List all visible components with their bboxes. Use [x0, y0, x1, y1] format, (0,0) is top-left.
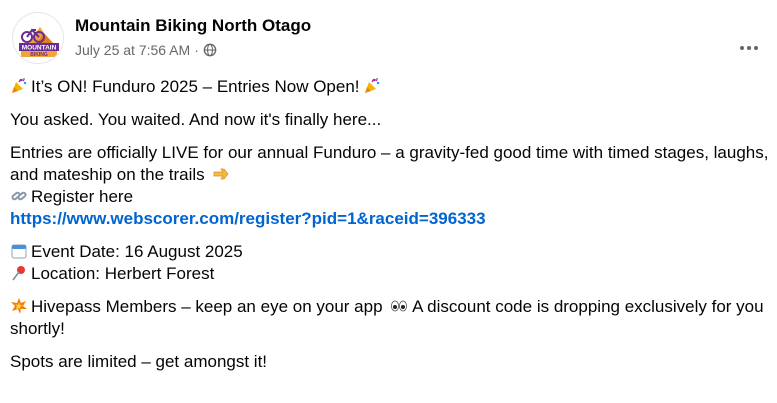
- post-meta: July 25 at 7:56 AM ·: [75, 42, 217, 58]
- event-date: Event Date: 16 August 2025: [31, 242, 243, 261]
- page-avatar[interactable]: MOUNTAIN BIKING: [12, 12, 64, 64]
- svg-text:BIKING: BIKING: [30, 52, 48, 58]
- headline-paragraph: It’s ON! Funduro 2025 – Entries Now Open…: [10, 76, 769, 98]
- globe-icon[interactable]: [203, 43, 217, 57]
- post-header: MOUNTAIN BIKING Mountain Biking North Ot…: [12, 12, 777, 64]
- svg-text:MOUNTAIN: MOUNTAIN: [22, 45, 57, 52]
- details-paragraph: Event Date: 16 August 2025 Location: Her…: [10, 241, 769, 285]
- mountain-biking-logo: MOUNTAIN BIKING: [14, 14, 63, 63]
- closing-text: Spots are limited – get amongst it!: [10, 352, 268, 371]
- link-icon: [11, 191, 27, 201]
- register-link[interactable]: https://www.webscorer.com/register?pid=1…: [10, 209, 486, 228]
- entries-paragraph: Entries are officially LIVE for our annu…: [10, 142, 769, 230]
- post-message: It’s ON! Funduro 2025 – Entries Now Open…: [10, 76, 769, 384]
- pushpin-icon: [12, 266, 25, 281]
- party-popper-icon: [12, 78, 27, 93]
- calendar-icon: [11, 244, 27, 259]
- collision-icon: [11, 298, 27, 314]
- more-options-icon: [740, 46, 758, 50]
- post-timestamp[interactable]: July 25 at 7:56 AM: [75, 42, 190, 58]
- meta-separator: ·: [194, 42, 199, 58]
- more-options-button[interactable]: [731, 30, 767, 66]
- page-name-link[interactable]: Mountain Biking North Otago: [75, 16, 311, 36]
- entries-text: Entries are officially LIVE for our annu…: [10, 143, 769, 184]
- asked-text: You asked. You waited. And now it's fina…: [10, 110, 382, 129]
- pointing-right-icon: [214, 168, 229, 180]
- hivepass-paragraph: Hivepass Members – keep an eye on your a…: [10, 296, 769, 340]
- eyes-icon: [391, 300, 408, 312]
- party-popper-icon: [364, 78, 379, 93]
- register-label: Register here: [31, 187, 134, 206]
- hivepass-text-1: Hivepass Members – keep an eye on your a…: [31, 297, 383, 316]
- headline-text: It’s ON! Funduro 2025 – Entries Now Open…: [31, 77, 360, 96]
- closing-paragraph: Spots are limited – get amongst it!: [10, 351, 769, 373]
- asked-paragraph: You asked. You waited. And now it's fina…: [10, 109, 769, 131]
- event-location: Location: Herbert Forest: [31, 264, 215, 283]
